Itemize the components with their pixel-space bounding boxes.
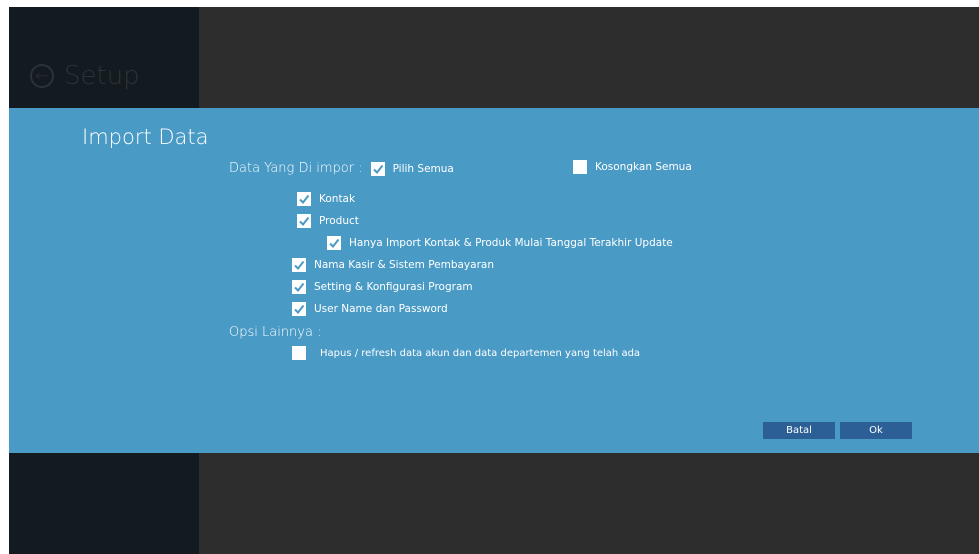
option-checkbox-refresh[interactable] bbox=[292, 346, 306, 360]
item-checkbox-setting[interactable] bbox=[292, 280, 306, 294]
check-icon bbox=[294, 260, 305, 271]
check-icon bbox=[329, 238, 340, 249]
setup-header[interactable]: ← Setup bbox=[30, 61, 140, 91]
other-options-label: Opsi Lainnya : bbox=[229, 325, 322, 340]
item-row: Hanya Import Kontak & Produk Mulai Tangg… bbox=[327, 236, 673, 250]
item-row: Product bbox=[297, 214, 359, 228]
item-checkbox-kasir[interactable] bbox=[292, 258, 306, 272]
item-label: Nama Kasir & Sistem Pembayaran bbox=[314, 259, 494, 271]
item-label: Kontak bbox=[319, 193, 356, 205]
select-all-label: Pilih Semua bbox=[392, 162, 454, 175]
item-checkbox-kontak[interactable] bbox=[297, 192, 311, 206]
ok-button[interactable]: Ok bbox=[840, 422, 912, 439]
item-label: User Name dan Password bbox=[314, 303, 448, 315]
item-label: Setting & Konfigurasi Program bbox=[314, 281, 473, 293]
data-import-label: Data Yang Di impor : bbox=[229, 161, 363, 176]
item-checkbox-username[interactable] bbox=[292, 302, 306, 316]
item-row: Nama Kasir & Sistem Pembayaran bbox=[292, 258, 494, 272]
clear-all-checkbox[interactable] bbox=[573, 160, 587, 174]
item-row: Kontak bbox=[297, 192, 355, 206]
item-checkbox-product[interactable] bbox=[297, 214, 311, 228]
select-all-checkbox[interactable] bbox=[370, 161, 385, 176]
check-icon bbox=[299, 194, 310, 205]
item-row: User Name dan Password bbox=[292, 302, 448, 316]
option-label: Hapus / refresh data akun dan data depar… bbox=[320, 347, 641, 359]
app-window: ← Setup Import Data Data Yang Di impor :… bbox=[9, 7, 979, 554]
clear-all-row: Kosongkan Semua bbox=[573, 160, 692, 174]
check-icon bbox=[372, 164, 383, 174]
import-data-dialog: Import Data Data Yang Di impor : Pilih S… bbox=[9, 108, 979, 453]
cancel-button[interactable]: Batal bbox=[763, 422, 835, 439]
setup-title: Setup bbox=[64, 61, 140, 91]
item-label: Product bbox=[319, 215, 359, 227]
item-label: Hanya Import Kontak & Produk Mulai Tangg… bbox=[349, 237, 673, 249]
option-row: Hapus / refresh data akun dan data depar… bbox=[292, 346, 640, 360]
check-icon bbox=[294, 304, 305, 315]
check-icon bbox=[294, 282, 305, 293]
item-checkbox-last-update[interactable] bbox=[327, 236, 341, 250]
data-import-header: Data Yang Di impor : Pilih Semua bbox=[229, 161, 454, 176]
back-arrow-circle-icon[interactable]: ← bbox=[30, 64, 54, 88]
dialog-title: Import Data bbox=[82, 125, 209, 149]
check-icon bbox=[299, 216, 310, 227]
item-row: Setting & Konfigurasi Program bbox=[292, 280, 473, 294]
clear-all-label: Kosongkan Semua bbox=[595, 161, 692, 173]
